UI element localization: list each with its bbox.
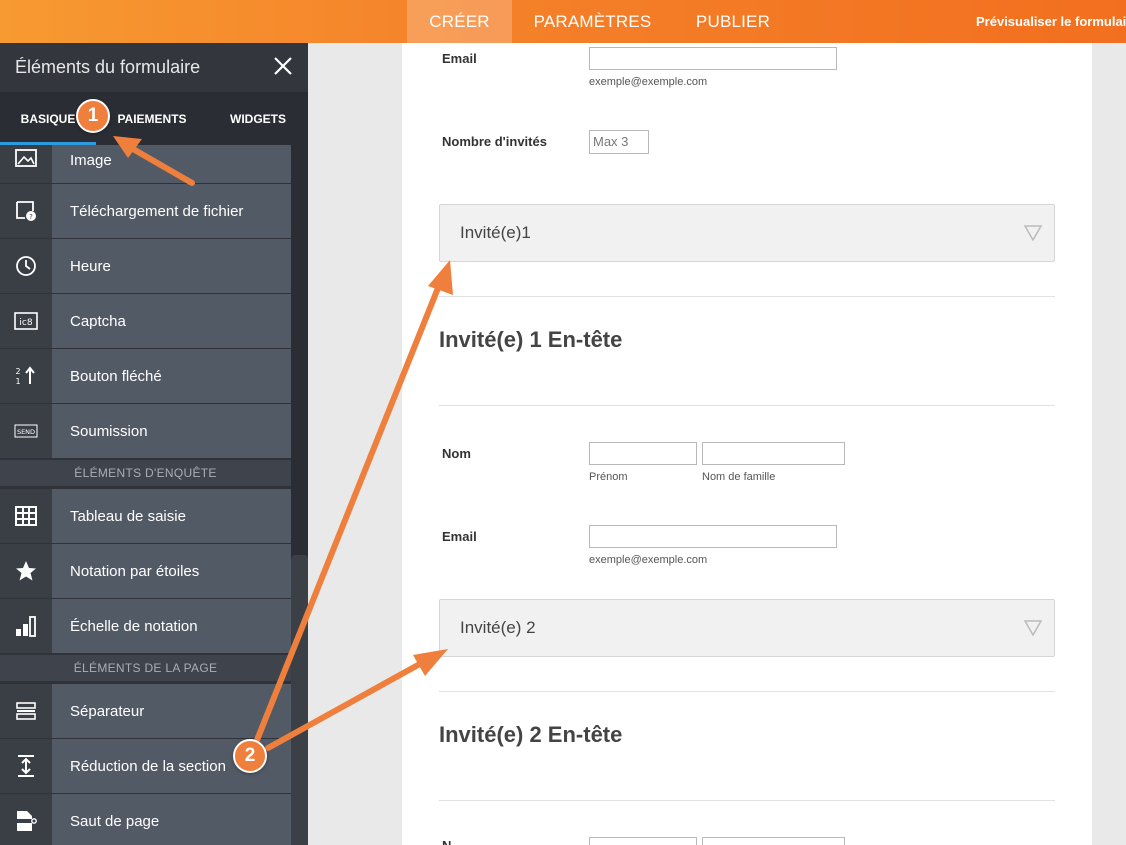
sidebar-item-label: Captcha bbox=[52, 294, 291, 348]
name-label: Nom bbox=[442, 446, 471, 461]
captcha-icon: ic8 bbox=[14, 312, 38, 330]
table-icon bbox=[15, 506, 37, 526]
sidebar-item-label: Soumission bbox=[52, 404, 291, 458]
guest-2-header: Invité(e) 2 En-tête bbox=[439, 722, 623, 747]
email-label-2: Email bbox=[442, 529, 477, 544]
sidebar-item-submit[interactable]: SEND Soumission bbox=[0, 404, 291, 459]
svg-text:?: ? bbox=[29, 213, 33, 221]
send-icon-text: SEND bbox=[17, 428, 35, 436]
divider-line bbox=[439, 296, 1055, 297]
annotation-badge-2: 2 bbox=[233, 739, 267, 773]
image-icon bbox=[15, 149, 37, 167]
first-name-sublabel: Prénom bbox=[589, 471, 628, 483]
sidebar-item-scale-rating[interactable]: Échelle de notation bbox=[0, 599, 291, 654]
sidebar-item-label: Image bbox=[52, 145, 291, 183]
tab-publish[interactable]: PUBLIER bbox=[690, 0, 776, 43]
sidebar-item-label: Heure bbox=[52, 239, 291, 293]
sidebar-item-label: Saut de page bbox=[52, 794, 291, 845]
tab-payments[interactable]: PAIEMENTS bbox=[104, 92, 200, 145]
sidebar-item-spinner[interactable]: 2 1 Bouton fléché bbox=[0, 349, 291, 404]
sidebar-item-page-break[interactable]: Saut de page bbox=[0, 794, 291, 845]
close-icon[interactable] bbox=[272, 55, 294, 77]
sidebar-item-image[interactable]: Image bbox=[0, 145, 291, 184]
divider-icon-cell bbox=[0, 684, 52, 738]
name-label-2: N bbox=[442, 838, 451, 845]
clock-icon bbox=[16, 256, 36, 276]
email-sublabel: exemple@exemple.com bbox=[589, 76, 708, 88]
guest-1-header: Invité(e) 1 En-tête bbox=[439, 327, 623, 352]
collapse-icon bbox=[18, 755, 34, 777]
svg-text:1: 1 bbox=[15, 377, 20, 386]
file-upload-icon-cell: ? bbox=[0, 184, 52, 238]
captcha-icon-cell: ic8 bbox=[0, 294, 52, 348]
email-field-2[interactable] bbox=[589, 525, 837, 548]
image-icon-cell bbox=[0, 145, 52, 183]
sidebar-item-divider[interactable]: Séparateur bbox=[0, 684, 291, 739]
sidebar-header: Éléments du formulaire bbox=[0, 43, 308, 92]
collapse-section-guest-1[interactable]: Invité(e)1 bbox=[439, 204, 1055, 262]
spinner-icon: 2 1 bbox=[15, 366, 35, 386]
top-bar: CRÉER PARAMÈTRES PUBLIER Prévisualiser l… bbox=[0, 0, 1126, 43]
sidebar-tabs: BASIQUE PAIEMENTS WIDGETS bbox=[0, 92, 308, 145]
bar-chart-icon bbox=[16, 616, 36, 637]
divider-icon bbox=[16, 702, 36, 720]
annotation-badge-1: 1 bbox=[76, 99, 110, 133]
bar-chart-icon-cell bbox=[0, 599, 52, 653]
guests-count-field[interactable]: Max 3 bbox=[589, 130, 649, 154]
sidebar-item-star-rating[interactable]: Notation par étoiles bbox=[0, 544, 291, 599]
star-icon bbox=[16, 561, 36, 581]
triangle-down-icon[interactable] bbox=[1024, 225, 1042, 241]
guests-count-label: Nombre d'invités bbox=[442, 134, 547, 149]
last-name-field[interactable] bbox=[702, 442, 845, 465]
collapse-icon-cell bbox=[0, 739, 52, 793]
svg-text:ic8: ic8 bbox=[19, 318, 32, 328]
last-name-sublabel: Nom de famille bbox=[702, 471, 776, 483]
email-field[interactable] bbox=[589, 47, 837, 70]
svg-text:2: 2 bbox=[15, 367, 20, 376]
sidebar-scrollbar-thumb[interactable] bbox=[291, 555, 308, 845]
triangle-down-icon[interactable] bbox=[1024, 620, 1042, 636]
sidebar-item-label: Bouton fléché bbox=[52, 349, 291, 403]
section-survey-elements: ÉLÉMENTS D'ENQUÊTE bbox=[0, 460, 291, 486]
section-page-elements: ÉLÉMENTS DE LA PAGE bbox=[0, 655, 291, 681]
send-icon-cell: SEND bbox=[0, 404, 52, 458]
page-break-icon bbox=[17, 811, 37, 831]
last-name-field-2[interactable] bbox=[702, 837, 845, 845]
page-break-icon-cell bbox=[0, 794, 52, 845]
divider-line bbox=[439, 800, 1055, 801]
tab-settings[interactable]: PARAMÈTRES bbox=[520, 0, 665, 43]
sidebar-item-label: Notation par étoiles bbox=[52, 544, 291, 598]
sidebar-item-time[interactable]: Heure bbox=[0, 239, 291, 294]
collapse-section-label: Invité(e) 2 bbox=[460, 618, 536, 637]
file-upload-icon: ? bbox=[16, 201, 36, 221]
first-name-field-2[interactable] bbox=[589, 837, 697, 845]
sidebar-item-input-table[interactable]: Tableau de saisie bbox=[0, 489, 291, 544]
divider-line bbox=[439, 405, 1055, 406]
send-icon: SEND bbox=[14, 424, 38, 438]
spinner-icon-cell: 2 1 bbox=[0, 349, 52, 403]
sidebar-item-label: Séparateur bbox=[52, 684, 291, 738]
sidebar-item-label: Tableau de saisie bbox=[52, 489, 291, 543]
star-icon-cell bbox=[0, 544, 52, 598]
clock-icon-cell bbox=[0, 239, 52, 293]
tab-create[interactable]: CRÉER bbox=[407, 0, 512, 43]
first-name-field[interactable] bbox=[589, 442, 697, 465]
sidebar-item-label: Échelle de notation bbox=[52, 599, 291, 653]
collapse-section-guest-2[interactable]: Invité(e) 2 bbox=[439, 599, 1055, 657]
sidebar-item-captcha[interactable]: ic8 Captcha bbox=[0, 294, 291, 349]
email-sublabel-2: exemple@exemple.com bbox=[589, 554, 708, 566]
preview-form-link[interactable]: Prévisualiser le formulaire bbox=[976, 0, 1126, 43]
sidebar-title: Éléments du formulaire bbox=[15, 57, 201, 77]
email-label: Email bbox=[442, 51, 477, 66]
sidebar-item-label: Téléchargement de fichier bbox=[52, 184, 291, 238]
table-icon-cell bbox=[0, 489, 52, 543]
sidebar-item-file-upload[interactable]: ? Téléchargement de fichier bbox=[0, 184, 291, 239]
collapse-section-label: Invité(e)1 bbox=[460, 223, 531, 242]
divider-line bbox=[439, 691, 1055, 692]
